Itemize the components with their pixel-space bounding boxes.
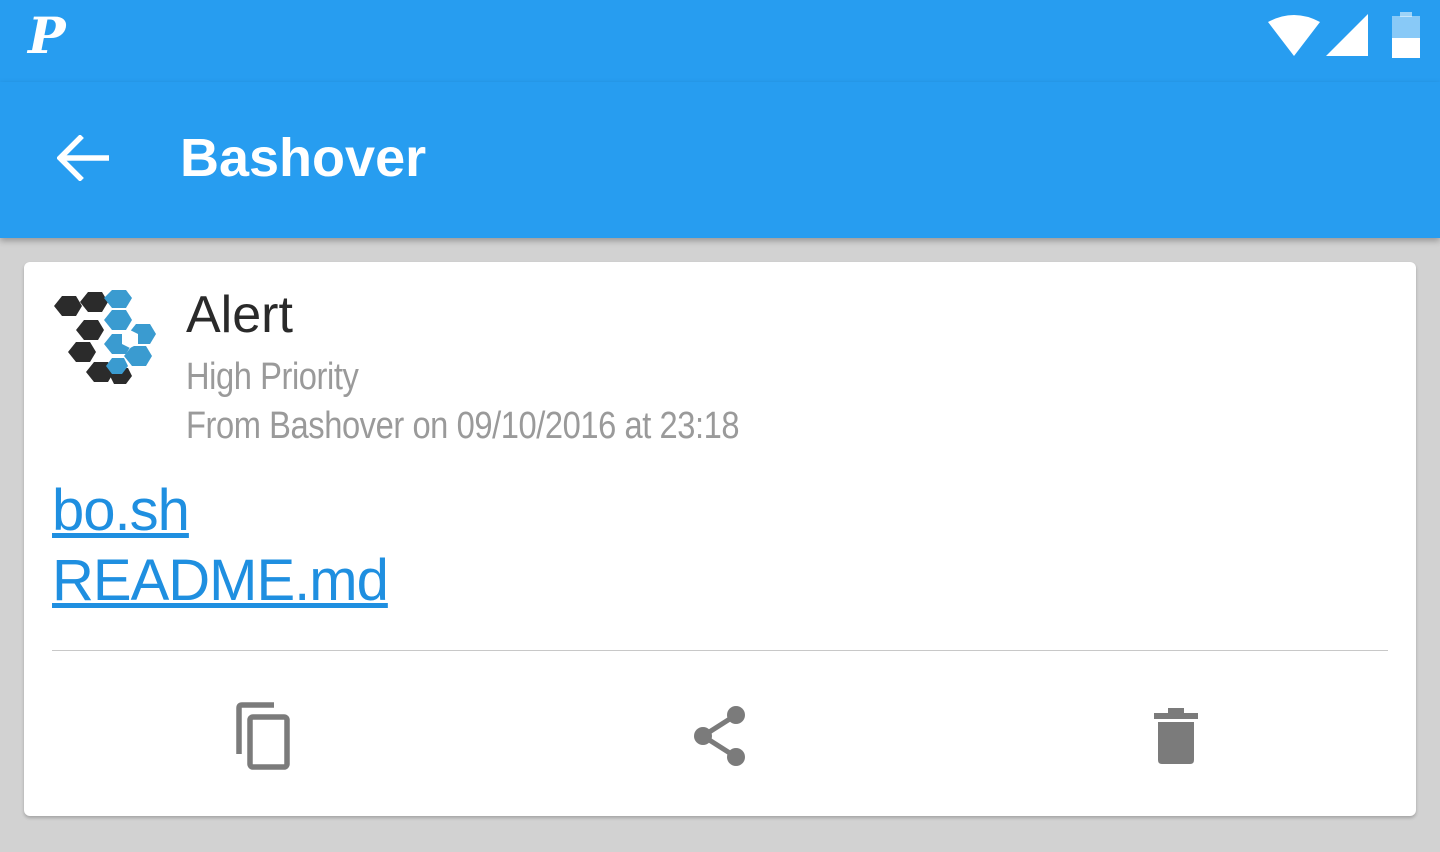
- message-card: Alert High Priority From Bashover on 09/…: [24, 262, 1416, 816]
- message-meta: From Bashover on 09/10/2016 at 23:18: [186, 405, 740, 447]
- delete-icon: [1154, 708, 1198, 764]
- app-bar-title: Bashover: [180, 128, 427, 188]
- back-button[interactable]: [44, 118, 124, 198]
- share-icon: [694, 706, 745, 766]
- arrow-back-icon: [57, 135, 109, 181]
- message-title: Alert: [186, 286, 293, 344]
- divider: [52, 650, 1388, 651]
- message-body: bo.sh README.md: [52, 476, 389, 616]
- status-bar: P: [0, 0, 1440, 82]
- share-button[interactable]: [680, 696, 760, 776]
- message-priority: High Priority: [186, 356, 359, 398]
- app-icon: [54, 290, 156, 384]
- copy-button[interactable]: [222, 696, 302, 776]
- delete-button[interactable]: [1136, 696, 1216, 776]
- battery-icon: [1392, 12, 1420, 58]
- copy-icon: [236, 702, 290, 770]
- app-bar: Bashover: [0, 82, 1440, 238]
- link-bo-sh[interactable]: bo.sh: [52, 476, 388, 546]
- signal-icon: [1326, 14, 1368, 56]
- link-readme[interactable]: README.md: [52, 546, 389, 616]
- wifi-icon: [1268, 15, 1320, 56]
- pushover-logo: P: [28, 6, 66, 65]
- app-screen: P Bashover Alert High Priority From Bash…: [0, 0, 1440, 852]
